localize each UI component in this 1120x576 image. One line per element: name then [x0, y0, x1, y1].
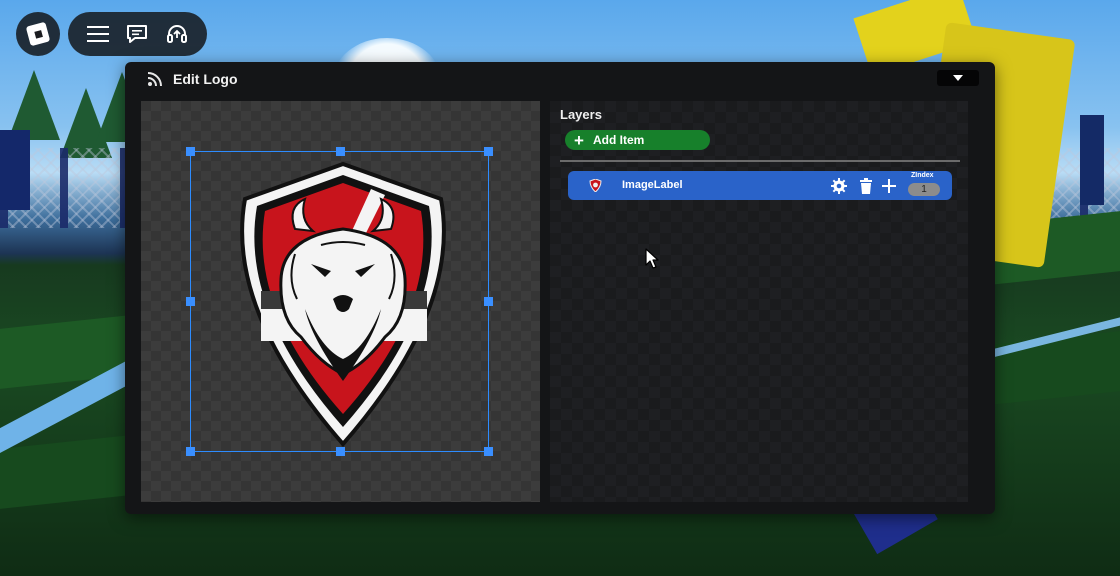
plus-icon: + — [574, 130, 584, 150]
window-titlebar: Edit Logo — [125, 62, 995, 96]
resize-handle-top-right[interactable] — [484, 147, 493, 156]
add-item-label: Add Item — [593, 133, 645, 147]
layers-panel: Layers + Add Item ImageLabel ZIndex 1 — [550, 101, 968, 502]
resize-handle-top[interactable] — [336, 147, 345, 156]
resize-handle-right[interactable] — [484, 297, 493, 306]
resize-handle-bottom[interactable] — [336, 447, 345, 456]
mouse-cursor-icon — [645, 248, 659, 269]
window-title: Edit Logo — [173, 71, 238, 87]
trash-icon — [860, 178, 872, 194]
resize-handle-top-left[interactable] — [186, 147, 195, 156]
menu-button[interactable] — [84, 20, 112, 48]
menu-icon — [86, 26, 109, 42]
resize-handle-bottom-right[interactable] — [484, 447, 493, 456]
collapse-button[interactable] — [937, 70, 979, 86]
rss-feed-icon — [147, 72, 162, 87]
roblox-menu-button[interactable] — [16, 12, 60, 56]
voice-button[interactable] — [163, 20, 191, 48]
edit-logo-window: Edit Logo Layers + Add Item ImageLabel Z… — [125, 62, 995, 514]
gear-icon — [831, 178, 847, 194]
layer-add-button[interactable] — [880, 177, 898, 195]
chat-button[interactable] — [123, 20, 151, 48]
fence-post — [1080, 115, 1104, 205]
plus-icon — [882, 179, 896, 193]
divider — [560, 160, 960, 162]
fence-post — [0, 130, 30, 210]
chat-icon — [127, 25, 148, 43]
zindex-input[interactable]: 1 — [908, 183, 940, 196]
layer-name: ImageLabel — [622, 179, 683, 191]
roblox-logo-icon — [25, 21, 51, 47]
headset-icon — [167, 25, 188, 43]
logo-canvas[interactable] — [141, 101, 540, 502]
layer-thumbnail — [589, 179, 602, 192]
layer-delete-button[interactable] — [857, 177, 875, 195]
resize-handle-left[interactable] — [186, 297, 195, 306]
layers-heading: Layers — [560, 107, 602, 122]
layer-item[interactable]: ImageLabel ZIndex 1 — [568, 171, 952, 200]
resize-handle-bottom-left[interactable] — [186, 447, 195, 456]
zindex-label: ZIndex — [911, 172, 934, 179]
caret-down-icon — [953, 75, 963, 81]
add-item-button[interactable]: + Add Item — [565, 130, 710, 150]
hud-toolbar — [68, 12, 207, 56]
selection-box[interactable] — [186, 147, 493, 456]
layer-settings-button[interactable] — [830, 177, 848, 195]
